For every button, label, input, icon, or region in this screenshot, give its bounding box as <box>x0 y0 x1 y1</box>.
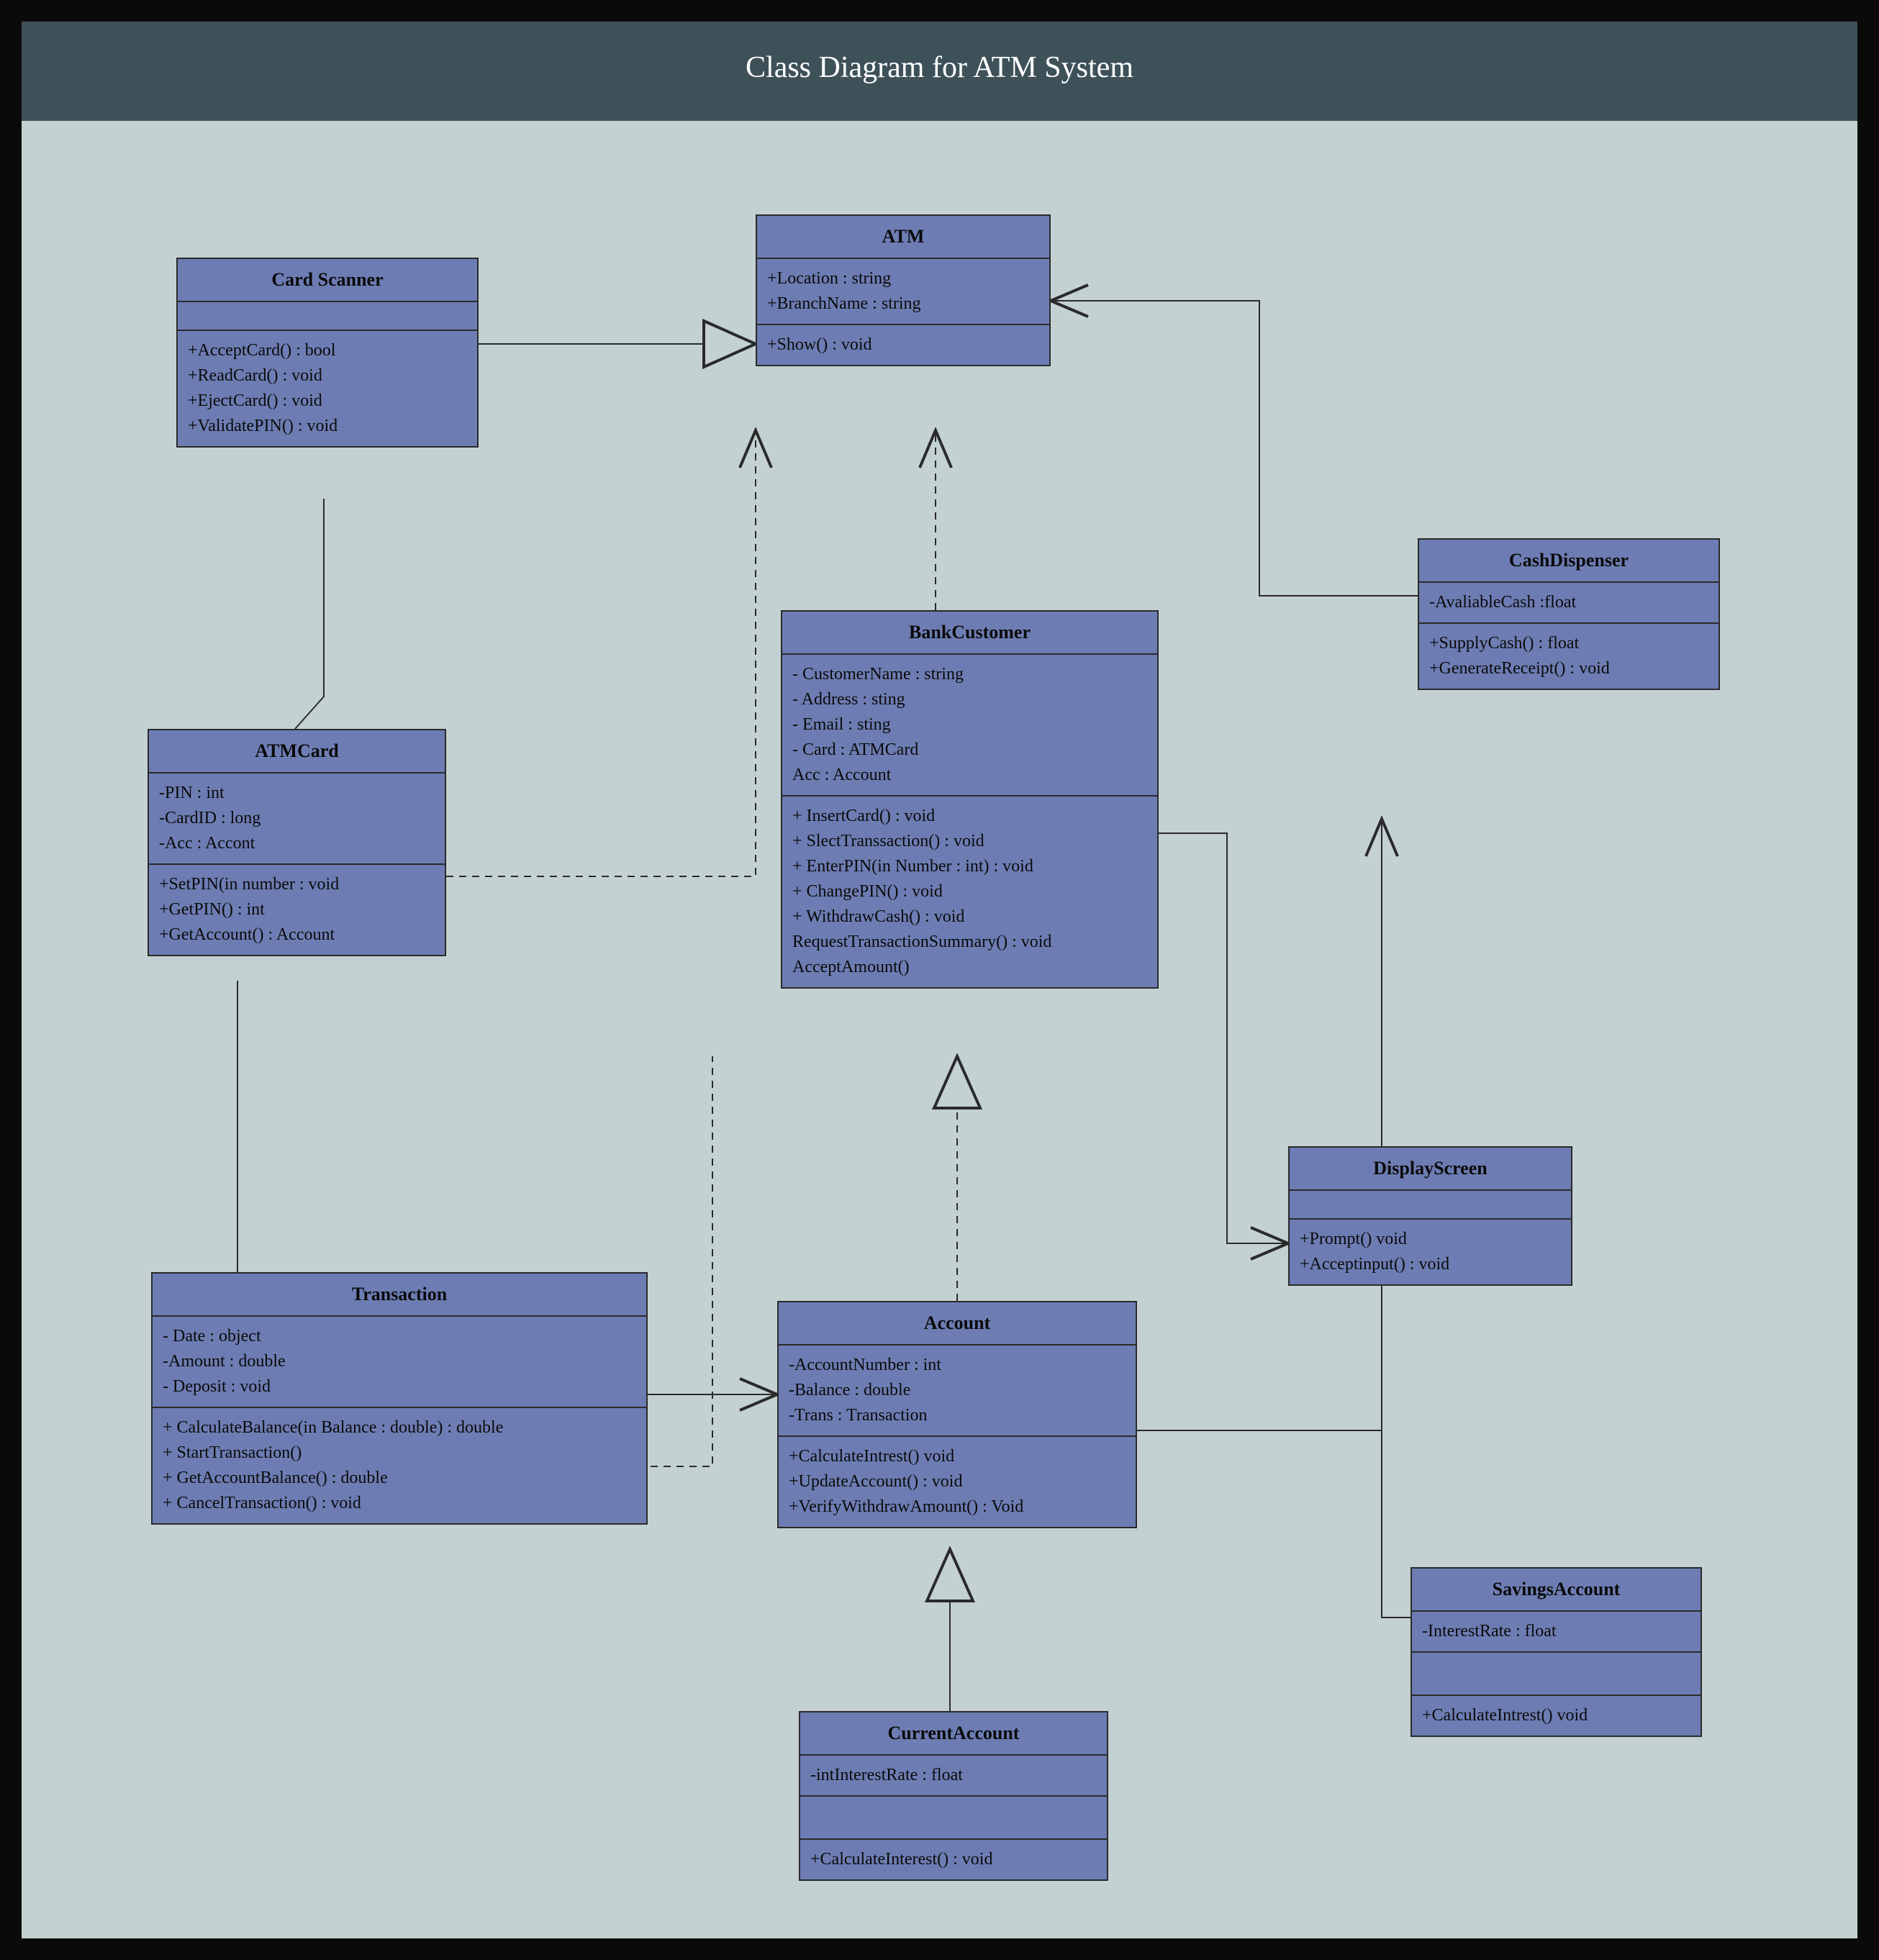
op-row: +ValidatePIN() : void <box>188 414 467 439</box>
attr-row: -Acc : Accont <box>159 831 435 856</box>
operations-section: + CalculateBalance(in Balance : double) … <box>153 1408 646 1523</box>
attributes-section: -AccountNumber : int -Balance : double -… <box>779 1346 1136 1437</box>
op-row: AcceptAmount() <box>792 955 1147 980</box>
operations-section: +SupplyCash() : float +GenerateReceipt()… <box>1419 624 1719 689</box>
op-row: +SupplyCash() : float <box>1429 631 1708 656</box>
diagram-canvas: Card Scanner +AcceptCard() : bool +ReadC… <box>22 121 1857 1937</box>
op-row: + CalculateBalance(in Balance : double) … <box>163 1415 636 1440</box>
class-name: Transaction <box>153 1274 646 1317</box>
operations-section: +Show() : void <box>757 325 1049 365</box>
class-atm-card: ATMCard -PIN : int -CardID : long -Acc :… <box>148 729 446 956</box>
attr-row: -intInterestRate : float <box>810 1763 1097 1788</box>
attr-row: Acc : Account <box>792 763 1147 788</box>
attr-row: +BranchName : string <box>767 291 1039 317</box>
class-card-scanner: Card Scanner +AcceptCard() : bool +ReadC… <box>176 258 479 448</box>
attr-row: -Balance : double <box>789 1378 1126 1403</box>
op-row: +VerifyWithdrawAmount() : Void <box>789 1494 1126 1520</box>
operations-section: +CalculateIntrest() void +UpdateAccount(… <box>779 1437 1136 1527</box>
attr-row: -PIN : int <box>159 781 435 806</box>
class-cash-dispenser: CashDispenser -AvaliableCash :float +Sup… <box>1418 538 1720 690</box>
attr-row: - Address : sting <box>792 687 1147 712</box>
op-row: +EjectCard() : void <box>188 389 467 414</box>
op-row: + EnterPIN(in Number : int) : void <box>792 854 1147 879</box>
operations-section: +AcceptCard() : bool +ReadCard() : void … <box>178 331 477 446</box>
op-row: + WithdrawCash() : void <box>792 904 1147 930</box>
op-row: +GenerateReceipt() : void <box>1429 656 1708 681</box>
class-savings-account: SavingsAccount -InterestRate : float +Ca… <box>1411 1567 1702 1737</box>
attr-row: - Email : sting <box>792 712 1147 738</box>
class-name: CurrentAccount <box>800 1712 1107 1756</box>
page-title: Class Diagram for ATM System <box>22 22 1857 121</box>
op-row: + GetAccountBalance() : double <box>163 1466 636 1491</box>
op-row: +AcceptCard() : bool <box>188 338 467 363</box>
class-name: SavingsAccount <box>1412 1569 1701 1612</box>
class-name: BankCustomer <box>782 612 1157 655</box>
attributes-section: - CustomerName : string - Address : stin… <box>782 655 1157 797</box>
attr-row: - Date : object <box>163 1324 636 1349</box>
op-row: + ChangePIN() : void <box>792 879 1147 904</box>
op-row: +SetPIN(in number : void <box>159 872 435 897</box>
attributes-section: - Date : object -Amount : double - Depos… <box>153 1317 646 1408</box>
class-account: Account -AccountNumber : int -Balance : … <box>777 1301 1137 1528</box>
class-name: DisplayScreen <box>1290 1148 1571 1191</box>
operations-section: +CalculateInterest() : void <box>800 1840 1107 1879</box>
op-row: + CancelTransaction() : void <box>163 1491 636 1516</box>
class-name: Card Scanner <box>178 259 477 302</box>
op-row: +GetPIN() : int <box>159 897 435 922</box>
attr-row: - Deposit : void <box>163 1374 636 1399</box>
attributes-section <box>1290 1191 1571 1220</box>
operations-section: + InsertCard() : void + SlectTranssactio… <box>782 797 1157 987</box>
class-name: ATM <box>757 216 1049 259</box>
operations-section: +CalculateIntrest() void <box>1412 1696 1701 1736</box>
empty-section <box>800 1797 1107 1840</box>
attr-row: - CustomerName : string <box>792 662 1147 687</box>
attr-row: -InterestRate : float <box>1422 1619 1690 1644</box>
op-row: +CalculateIntrest() void <box>789 1444 1126 1469</box>
op-row: +CalculateIntrest() void <box>1422 1703 1690 1728</box>
op-row: + SlectTranssaction() : void <box>792 829 1147 854</box>
attributes-section: -InterestRate : float <box>1412 1612 1701 1653</box>
class-display-screen: DisplayScreen +Prompt() void +Acceptinpu… <box>1288 1146 1572 1286</box>
op-row: +CalculateInterest() : void <box>810 1847 1097 1872</box>
operations-section: +SetPIN(in number : void +GetPIN() : int… <box>149 865 445 955</box>
attr-row: +Location : string <box>767 266 1039 291</box>
class-current-account: CurrentAccount -intInterestRate : float … <box>799 1711 1108 1881</box>
attributes-section: -PIN : int -CardID : long -Acc : Accont <box>149 773 445 865</box>
class-atm: ATM +Location : string +BranchName : str… <box>756 214 1051 366</box>
attributes-section: -AvaliableCash :float <box>1419 583 1719 624</box>
attr-row: - Card : ATMCard <box>792 738 1147 763</box>
attr-row: -Amount : double <box>163 1349 636 1374</box>
attributes-section <box>178 302 477 331</box>
op-row: RequestTransactionSummary() : void <box>792 930 1147 955</box>
attributes-section: -intInterestRate : float <box>800 1756 1107 1797</box>
class-bank-customer: BankCustomer - CustomerName : string - A… <box>781 610 1159 989</box>
empty-section <box>1412 1653 1701 1696</box>
attr-row: -AvaliableCash :float <box>1429 590 1708 615</box>
op-row: +UpdateAccount() : void <box>789 1469 1126 1494</box>
op-row: +Show() : void <box>767 332 1039 358</box>
operations-section: +Prompt() void +Acceptinput() : void <box>1290 1220 1571 1284</box>
class-name: Account <box>779 1302 1136 1346</box>
attr-row: -CardID : long <box>159 806 435 831</box>
attributes-section: +Location : string +BranchName : string <box>757 259 1049 325</box>
op-row: +ReadCard() : void <box>188 363 467 389</box>
op-row: +GetAccount() : Account <box>159 922 435 948</box>
op-row: +Acceptinput() : void <box>1300 1252 1561 1277</box>
op-row: + StartTransaction() <box>163 1440 636 1466</box>
attr-row: -Trans : Transaction <box>789 1403 1126 1428</box>
op-row: + InsertCard() : void <box>792 804 1147 829</box>
op-row: +Prompt() void <box>1300 1227 1561 1252</box>
attr-row: -AccountNumber : int <box>789 1353 1126 1378</box>
class-transaction: Transaction - Date : object -Amount : do… <box>151 1272 648 1525</box>
class-name: CashDispenser <box>1419 540 1719 583</box>
diagram-frame: Class Diagram for ATM System <box>22 22 1857 1938</box>
class-name: ATMCard <box>149 730 445 773</box>
